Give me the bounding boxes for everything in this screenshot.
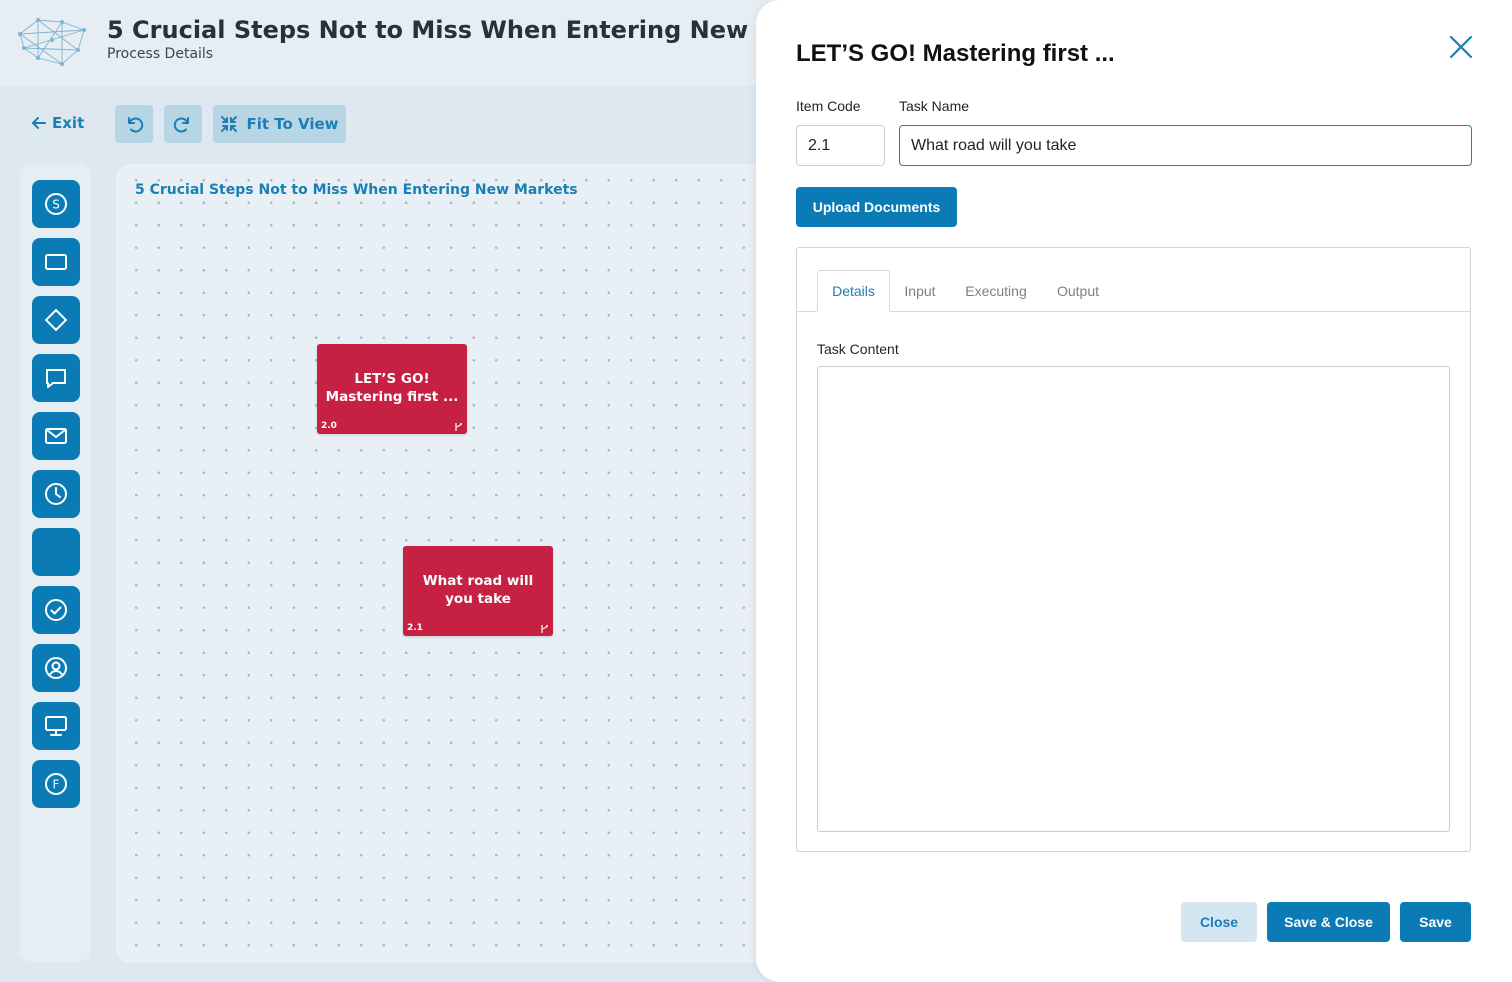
task-content-editor[interactable] (817, 366, 1450, 832)
redo-button[interactable] (164, 105, 202, 143)
palette-check[interactable] (32, 586, 80, 634)
palette-user[interactable] (32, 644, 80, 692)
task-name-label: Task Name (899, 98, 970, 114)
task-details-drawer: LET’S GO! Mastering first ... Item Code … (756, 0, 1512, 982)
node-code: 2.0 (321, 421, 337, 431)
redo-icon (173, 117, 189, 133)
user-circle-icon (45, 657, 67, 679)
task-content-label: Task Content (817, 341, 899, 357)
monitor-icon (45, 716, 67, 736)
svg-text:S: S (52, 198, 60, 212)
palette-screen[interactable] (32, 702, 80, 750)
arrow-left-icon (32, 117, 46, 129)
tab-panel: Details Input Executing Output Task Cont… (796, 247, 1471, 852)
process-node[interactable]: LET’S GO! Mastering first ... 2.0 (317, 344, 467, 434)
palette-start-event[interactable]: S (32, 180, 80, 228)
network-logo-icon (18, 18, 86, 66)
upload-documents-button[interactable]: Upload Documents (796, 187, 957, 227)
close-button[interactable]: Close (1181, 902, 1257, 942)
tab-output[interactable]: Output (1049, 270, 1107, 312)
palette-blank[interactable] (32, 528, 80, 576)
diamond-icon (44, 308, 68, 332)
svg-text:F: F (53, 778, 60, 792)
tab-input[interactable]: Input (895, 270, 945, 312)
node-code: 2.1 (407, 623, 423, 633)
node-label: What road will you take (422, 573, 534, 607)
task-name-field[interactable] (899, 125, 1472, 166)
palette-task[interactable] (32, 238, 80, 286)
item-code-field[interactable] (796, 125, 885, 166)
save-button[interactable]: Save (1400, 902, 1471, 942)
tab-executing[interactable]: Executing (957, 270, 1035, 312)
process-node[interactable]: What road will you take 2.1 (403, 546, 553, 636)
palette-timer[interactable] (32, 470, 80, 518)
close-icon[interactable] (1448, 34, 1474, 60)
node-label: LET’S GO! Mastering first ... (325, 371, 459, 405)
page-title: 5 Crucial Steps Not to Miss When Enterin… (107, 16, 866, 44)
circle-f-icon: F (45, 773, 67, 795)
mail-icon (45, 428, 67, 444)
exit-button[interactable]: Exit (32, 114, 84, 132)
page-subtitle: Process Details (107, 46, 214, 62)
shape-palette: S F (20, 164, 91, 962)
exit-label: Exit (52, 114, 85, 132)
branch-icon (541, 625, 548, 633)
palette-message[interactable] (32, 354, 80, 402)
save-and-close-button[interactable]: Save & Close (1267, 902, 1390, 942)
palette-end-event[interactable]: F (32, 760, 80, 808)
circle-s-icon: S (45, 193, 67, 215)
tab-details[interactable]: Details (817, 270, 890, 312)
branch-icon (455, 423, 462, 431)
fit-to-view-label: Fit To View (246, 115, 339, 133)
fit-to-view-button[interactable]: Fit To View (213, 105, 346, 143)
undo-icon (128, 117, 144, 133)
clock-icon (45, 483, 67, 505)
canvas-title: 5 Crucial Steps Not to Miss When Enterin… (135, 182, 578, 198)
rectangle-icon (45, 254, 67, 270)
undo-button[interactable] (115, 105, 153, 143)
process-canvas[interactable]: 5 Crucial Steps Not to Miss When Enterin… (116, 164, 816, 963)
palette-email[interactable] (32, 412, 80, 460)
drawer-title: LET’S GO! Mastering first ... (796, 40, 1115, 67)
item-code-label: Item Code (796, 98, 861, 114)
palette-gateway[interactable] (32, 296, 80, 344)
check-circle-icon (45, 599, 67, 621)
chat-icon (46, 369, 66, 388)
collapse-arrows-icon (221, 116, 238, 132)
